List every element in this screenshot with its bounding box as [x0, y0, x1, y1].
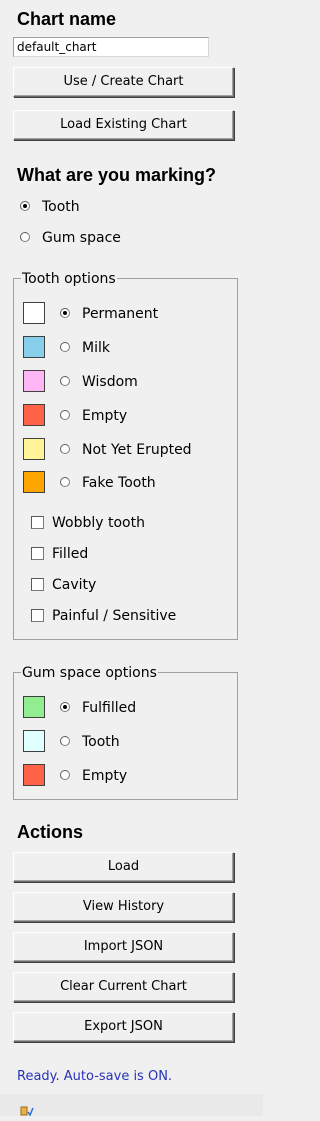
filled-checkbox[interactable] — [31, 547, 44, 560]
color-swatch — [23, 370, 45, 392]
color-swatch — [23, 471, 45, 493]
clear-current-chart-button[interactable]: Clear Current Chart — [13, 972, 234, 1002]
gum-state-radio[interactable] — [60, 736, 70, 746]
cavity-checkbox-row[interactable]: Cavity — [31, 576, 221, 594]
checkbox-label: Wobbly tooth — [52, 515, 145, 531]
gum-options-title: Gum space options — [21, 665, 158, 681]
import-json-button[interactable]: Import JSON — [13, 932, 234, 962]
tooth-state-label: Milk — [82, 340, 110, 356]
gum-state-label: Tooth — [82, 734, 120, 750]
chart-name-heading: Chart name — [17, 9, 117, 29]
color-swatch — [23, 404, 45, 426]
gum-state-fulfilled[interactable]: Fulfilled — [23, 696, 223, 720]
tooth-state-label: Wisdom — [82, 374, 138, 390]
tooth-state-radio[interactable] — [60, 308, 70, 318]
tooth-state-permanent[interactable]: Permanent — [23, 302, 223, 326]
gum-state-radio[interactable] — [60, 702, 70, 712]
export-json-button[interactable]: Export JSON — [13, 1012, 234, 1042]
actions-heading: Actions — [17, 822, 84, 842]
gum-state-tooth[interactable]: Tooth — [23, 730, 223, 754]
gum-state-label: Empty — [82, 768, 128, 784]
gum-state-label: Fulfilled — [82, 700, 137, 716]
color-swatch — [23, 336, 45, 358]
color-swatch — [23, 438, 45, 460]
load-button[interactable]: Load — [13, 852, 234, 882]
painful-sensitive-checkbox[interactable] — [31, 609, 44, 622]
tooth-state-radio[interactable] — [60, 376, 70, 386]
tooth-state-label: Empty — [82, 408, 128, 424]
use-create-chart-button[interactable]: Use / Create Chart — [13, 67, 234, 97]
checkbox-label: Filled — [52, 546, 89, 562]
tooth-state-wisdom[interactable]: Wisdom — [23, 370, 223, 394]
chart-name-input[interactable]: default_chart — [13, 37, 209, 57]
tooth-state-label: Not Yet Erupted — [82, 442, 192, 458]
marking-option-label: Tooth — [42, 199, 80, 215]
color-swatch — [23, 764, 45, 786]
view-history-button[interactable]: View History — [13, 892, 234, 922]
checkbox-label: Painful / Sensitive — [52, 608, 177, 624]
cavity-checkbox[interactable] — [31, 578, 44, 591]
tooth-state-radio[interactable] — [60, 342, 70, 352]
color-swatch — [23, 696, 45, 718]
gum-state-radio[interactable] — [60, 770, 70, 780]
color-swatch — [23, 730, 45, 752]
marking-heading: What are you marking? — [17, 165, 217, 185]
filled-checkbox-row[interactable]: Filled — [31, 545, 221, 563]
app-icon — [20, 1102, 34, 1117]
tooth-state-fake-tooth[interactable]: Fake Tooth — [23, 471, 223, 495]
wobbly-tooth-checkbox-row[interactable]: Wobbly tooth — [31, 514, 221, 532]
tooth-state-empty[interactable]: Empty — [23, 404, 223, 428]
tooth-state-radio[interactable] — [60, 477, 70, 487]
marking-gum-space-radio[interactable] — [20, 232, 30, 242]
status-text: Ready. Auto-save is ON. — [17, 1069, 173, 1084]
checkbox-label: Cavity — [52, 577, 97, 593]
marking-option-gum-space[interactable]: Gum space — [20, 229, 140, 247]
painful-sensitive-checkbox-row[interactable]: Painful / Sensitive — [31, 607, 221, 625]
tooth-options-title: Tooth options — [21, 271, 117, 287]
tooth-state-not-yet-erupted[interactable]: Not Yet Erupted — [23, 438, 223, 462]
marking-option-tooth[interactable]: Tooth — [20, 198, 140, 216]
gum-state-empty[interactable]: Empty — [23, 764, 223, 788]
marking-tooth-radio[interactable] — [20, 201, 30, 211]
wobbly-tooth-checkbox[interactable] — [31, 516, 44, 529]
tooth-state-label: Fake Tooth — [82, 475, 156, 491]
tooth-state-milk[interactable]: Milk — [23, 336, 223, 360]
marking-option-label: Gum space — [42, 230, 121, 246]
load-existing-chart-button[interactable]: Load Existing Chart — [13, 110, 234, 140]
color-swatch — [23, 302, 45, 324]
tooth-state-radio[interactable] — [60, 444, 70, 454]
tooth-state-radio[interactable] — [60, 410, 70, 420]
tooth-state-label: Permanent — [82, 306, 159, 322]
bottom-bar — [0, 1094, 263, 1117]
